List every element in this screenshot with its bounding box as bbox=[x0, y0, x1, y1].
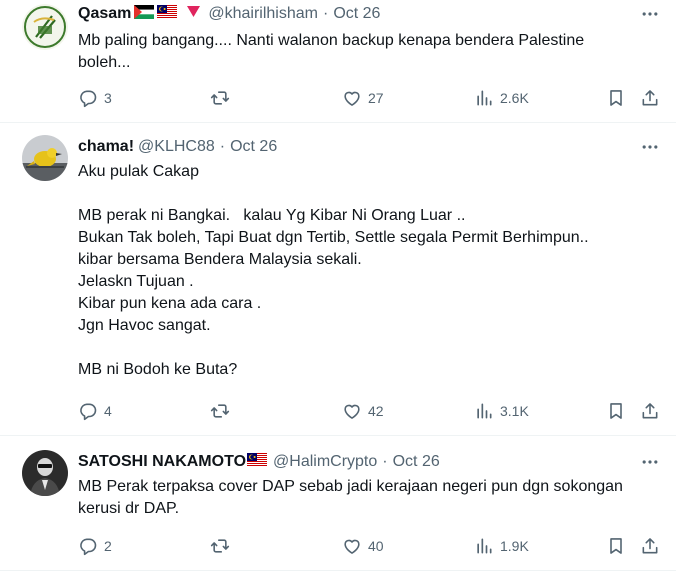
avatar[interactable] bbox=[22, 135, 68, 181]
tweet-header: SATOSHI NAKAMOTO @HalimCrypto · Oct 26 bbox=[78, 450, 440, 474]
views-icon bbox=[474, 88, 494, 108]
heart-icon bbox=[342, 536, 362, 556]
more-dots-icon[interactable] bbox=[638, 4, 662, 24]
bookmark-icon bbox=[606, 401, 626, 421]
text-line: MB perak ni Bangkai. kalau Yg Kibar Ni O… bbox=[78, 207, 466, 224]
views-count: 1.9K bbox=[500, 538, 529, 554]
retweet-button[interactable] bbox=[210, 534, 230, 558]
reply-button[interactable]: 2 bbox=[78, 534, 112, 558]
timestamp[interactable]: Oct 26 bbox=[230, 138, 277, 156]
separator: · bbox=[382, 453, 388, 470]
reply-button[interactable]: 3 bbox=[78, 86, 112, 110]
heart-icon bbox=[342, 401, 362, 421]
like-button[interactable]: 27 bbox=[342, 86, 384, 110]
tweet[interactable]: SATOSHI NAKAMOTO @HalimCrypto · Oct 26 M… bbox=[0, 436, 676, 571]
bookmark-button[interactable] bbox=[606, 399, 626, 423]
share-button[interactable] bbox=[640, 534, 660, 558]
handle[interactable]: @HalimCrypto bbox=[273, 453, 377, 471]
tweet-text: Aku pulak Cakap MB perak ni Bangkai. kal… bbox=[78, 161, 658, 381]
tweet-text: MB Perak terpaksa cover DAP sebab jadi k… bbox=[78, 476, 658, 520]
display-name[interactable]: SATOSHI NAKAMOTO bbox=[78, 453, 246, 471]
more-dots-icon[interactable] bbox=[638, 452, 662, 472]
malaysia-flag-icon bbox=[247, 452, 268, 472]
retweet-icon bbox=[210, 401, 230, 421]
views-count: 3.1K bbox=[500, 403, 529, 419]
text-line bbox=[78, 337, 658, 359]
avatar[interactable] bbox=[22, 4, 68, 50]
more-dots-icon[interactable] bbox=[638, 137, 662, 157]
retweet-button[interactable] bbox=[210, 86, 230, 110]
tweet-header: chama! @KLHC88 · Oct 26 bbox=[78, 135, 277, 159]
text-line: MB ni Bodoh ke Buta? bbox=[78, 361, 238, 378]
reply-icon bbox=[78, 88, 98, 108]
tweet-header: Qasam @khairilhisham · Oct 26 bbox=[78, 2, 380, 26]
timestamp[interactable]: Oct 26 bbox=[333, 5, 380, 23]
bookmark-icon bbox=[606, 88, 626, 108]
palestine-flag-icon bbox=[134, 4, 155, 24]
reply-count: 2 bbox=[104, 538, 112, 554]
heart-icon bbox=[342, 88, 362, 108]
reply-icon bbox=[78, 401, 98, 421]
share-icon bbox=[640, 536, 660, 556]
retweet-icon bbox=[210, 88, 230, 108]
like-count: 27 bbox=[368, 90, 384, 106]
bookmark-button[interactable] bbox=[606, 534, 626, 558]
share-icon bbox=[640, 401, 660, 421]
share-button[interactable] bbox=[640, 399, 660, 423]
text-line: Jelaskn Tujuan . bbox=[78, 273, 194, 290]
like-button[interactable]: 40 bbox=[342, 534, 384, 558]
text-line: Jgn Havoc sangat. bbox=[78, 317, 211, 334]
text-line bbox=[78, 183, 658, 205]
handle[interactable]: @KLHC88 bbox=[138, 138, 215, 156]
separator: · bbox=[322, 5, 329, 22]
retweet-button[interactable] bbox=[210, 399, 230, 423]
text-line: kibar bersama Bendera Malaysia sekali. bbox=[78, 251, 362, 268]
reply-button[interactable]: 4 bbox=[78, 399, 112, 423]
red-triangle-icon bbox=[187, 5, 201, 23]
text-line: kerusi dr DAP. bbox=[78, 500, 180, 517]
like-button[interactable]: 42 bbox=[342, 399, 384, 423]
text-line: Kibar pun kena ada cara . bbox=[78, 295, 262, 312]
malaysia-flag-icon bbox=[157, 4, 178, 24]
avatar[interactable] bbox=[22, 450, 68, 496]
text-line: Aku pulak Cakap bbox=[78, 163, 199, 180]
handle[interactable]: @khairilhisham bbox=[208, 5, 318, 23]
reply-count: 4 bbox=[104, 403, 112, 419]
views-button[interactable]: 3.1K bbox=[474, 399, 529, 423]
views-icon bbox=[474, 401, 494, 421]
views-button[interactable]: 1.9K bbox=[474, 534, 529, 558]
action-bar: 4 42 3.1K bbox=[78, 399, 664, 423]
separator: · bbox=[219, 138, 226, 155]
views-icon bbox=[474, 536, 494, 556]
views-count: 2.6K bbox=[500, 90, 529, 106]
text-line: Mb paling bangang.... Nanti walanon back… bbox=[78, 32, 585, 49]
share-button[interactable] bbox=[640, 86, 660, 110]
tweet[interactable]: chama! @KLHC88 · Oct 26 Aku pulak Cakap … bbox=[0, 123, 676, 436]
views-button[interactable]: 2.6K bbox=[474, 86, 529, 110]
text-line: Bukan Tak boleh, Tapi Buat dgn Tertib, S… bbox=[78, 229, 589, 246]
like-count: 40 bbox=[368, 538, 384, 554]
display-name[interactable]: chama! bbox=[78, 138, 134, 156]
bookmark-button[interactable] bbox=[606, 86, 626, 110]
tweet-text: Mb paling bangang.... Nanti walanon back… bbox=[78, 30, 658, 74]
action-bar: 2 40 1.9K bbox=[78, 534, 664, 558]
reply-count: 3 bbox=[104, 90, 112, 106]
timestamp[interactable]: Oct 26 bbox=[393, 453, 440, 471]
text-line: boleh... bbox=[78, 54, 131, 71]
display-name[interactable]: Qasam bbox=[78, 5, 131, 23]
tweet[interactable]: Qasam @khairilhisham · Oct 26 Mb paling … bbox=[0, 0, 676, 123]
share-icon bbox=[640, 88, 660, 108]
bookmark-icon bbox=[606, 536, 626, 556]
text-line: MB Perak terpaksa cover DAP sebab jadi k… bbox=[78, 478, 623, 495]
reply-icon bbox=[78, 536, 98, 556]
retweet-icon bbox=[210, 536, 230, 556]
like-count: 42 bbox=[368, 403, 384, 419]
action-bar: 3 27 2.6K bbox=[78, 86, 664, 110]
